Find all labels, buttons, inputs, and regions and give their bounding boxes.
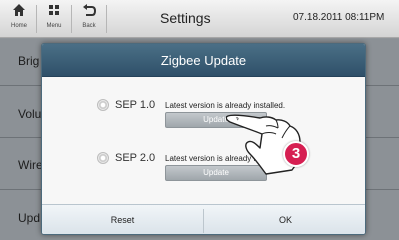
date-time: 07.18.2011 08:11PM (293, 12, 385, 23)
radio-button-icon[interactable] (97, 99, 109, 111)
back-icon (74, 3, 104, 22)
menu-button[interactable]: Menu (39, 3, 69, 35)
top-bar: Home Menu Back Settings 07.18.2011 08:11… (0, 0, 399, 38)
back-button[interactable]: Back (74, 3, 104, 35)
reset-button[interactable]: Reset (42, 205, 203, 234)
home-icon (4, 3, 34, 22)
menu-icon (39, 3, 69, 22)
radio-button-icon[interactable] (97, 152, 109, 164)
ok-button[interactable]: OK (204, 205, 365, 234)
list-item[interactable]: Brig (18, 54, 39, 68)
nav-divider (36, 5, 37, 33)
option-label: SEP 1.0 (115, 99, 156, 111)
dialog-title: Zigbee Update (160, 53, 247, 68)
dialog-footer: Reset OK (42, 204, 365, 234)
zigbee-update-dialog: Zigbee Update SEP 1.0 Latest version is … (41, 43, 366, 235)
step-number-badge: 3 (283, 141, 309, 167)
option-label: SEP 2.0 (115, 152, 156, 164)
list-item[interactable]: Volu (18, 107, 41, 121)
list-item[interactable]: Wire (18, 158, 43, 172)
home-label: Home (10, 23, 27, 29)
list-item[interactable]: Upd (18, 211, 40, 225)
menu-label: Menu (46, 23, 62, 29)
home-button[interactable]: Home (4, 3, 34, 35)
page-title: Settings (160, 10, 211, 26)
back-label: Back (82, 23, 96, 29)
nav-divider (71, 5, 72, 33)
dialog-header: Zigbee Update (42, 44, 365, 77)
nav-divider (106, 5, 107, 33)
